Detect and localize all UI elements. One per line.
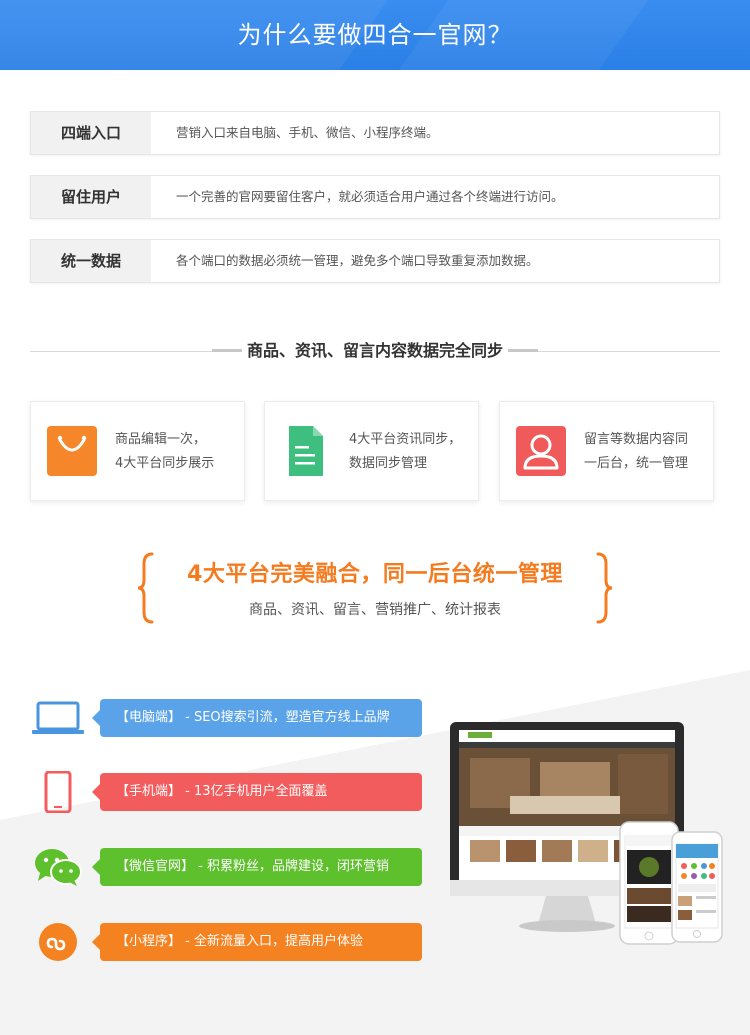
feature-text: 4大平台资讯同步， 数据同步管理	[349, 428, 474, 476]
platform-mobile: 【手机端】 - 13亿手机用户全面覆盖	[30, 771, 430, 813]
feature-card-news: 4大平台资讯同步， 数据同步管理	[264, 401, 479, 501]
platform-desc: - 积累粉丝，品牌建设，闭环营销	[194, 859, 389, 874]
pointer-arrow	[92, 859, 100, 875]
feature-line: 数据同步管理	[349, 456, 428, 471]
devices-illustration	[450, 722, 723, 945]
reason-value: 各个端口的数据必须统一管理，避免多个端口导致重复添加数据。	[176, 253, 539, 268]
platform-desc: - 13亿手机用户全面覆盖	[181, 784, 328, 799]
reason-key: 四端入口	[31, 112, 151, 154]
platform-label: 【小程序】 - 全新流量入口，提高用户体验	[92, 923, 422, 961]
shopping-bag-icon	[47, 426, 97, 476]
reason-value: 一个完善的官网要留住客户，就必须适合用户通过各个终端进行访问。	[176, 189, 564, 204]
feature-line: 一后台，统一管理	[584, 456, 689, 471]
right-brace-icon	[596, 552, 613, 624]
sync-section-heading: 商品、资讯、留言内容数据完全同步	[30, 336, 720, 366]
reason-value: 营销入口来自电脑、手机、微信、小程序终端。	[176, 125, 439, 140]
divider-dash	[508, 349, 538, 352]
wechat-icon	[35, 849, 82, 886]
phone-image	[671, 831, 723, 943]
slogan-block: 4大平台完美融合，同一后台统一管理 商品、资讯、留言、营销推广、统计报表	[130, 552, 620, 624]
reason-row-retain-users: 留住用户 一个完善的官网要留住客户，就必须适合用户通过各个终端进行访问。	[30, 175, 720, 219]
phone-image	[619, 821, 679, 945]
platform-label: 【手机端】 - 13亿手机用户全面覆盖	[92, 773, 422, 811]
reason-row-multi-entry: 四端入口 营销入口来自电脑、手机、微信、小程序终端。	[30, 111, 720, 155]
platform-name: 【微信官网】	[116, 859, 195, 874]
sync-feature-cards: 商品编辑一次， 4大平台同步展示 4大平台资讯同步， 数据同步管理 留言等数据内…	[30, 401, 720, 501]
platform-desc: - 全新流量入口，提高用户体验	[181, 934, 363, 949]
platform-label: 【微信官网】 - 积累粉丝，品牌建设，闭环营销	[92, 848, 422, 886]
platform-name: 【小程序】	[116, 934, 182, 949]
mini-program-icon	[39, 923, 77, 961]
document-icon	[289, 426, 323, 476]
divider-line	[538, 351, 720, 352]
page-title: 为什么要做四合一官网？	[237, 21, 513, 49]
pointer-arrow	[92, 710, 100, 726]
feature-line: 留言等数据内容同	[584, 432, 689, 447]
feature-text: 留言等数据内容同 一后台，统一管理	[584, 428, 709, 476]
reason-key: 留住用户	[31, 176, 151, 218]
platform-pc: 【电脑端】 - SEO搜索引流，塑造官方线上品牌	[30, 697, 430, 739]
reason-row-unified-data: 统一数据 各个端口的数据必须统一管理，避免多个端口导致重复添加数据。	[30, 239, 720, 283]
platform-name: 【手机端】	[116, 784, 182, 799]
slogan-subline: 商品、资讯、留言、营销推广、统计报表	[249, 602, 501, 618]
platform-mini-program: 【小程序】 - 全新流量入口，提高用户体验	[30, 921, 430, 963]
feature-card-products: 商品编辑一次， 4大平台同步展示	[30, 401, 245, 501]
platform-label: 【电脑端】 - SEO搜索引流，塑造官方线上品牌	[92, 699, 422, 737]
laptop-icon	[32, 701, 84, 734]
feature-line: 商品编辑一次，	[115, 432, 207, 447]
feature-line: 4大平台资讯同步，	[349, 432, 462, 447]
pointer-arrow	[92, 784, 100, 800]
mobile-phone-icon	[44, 771, 72, 813]
slogan-headline: 4大平台完美融合，同一后台统一管理	[187, 562, 563, 587]
feature-card-messages: 留言等数据内容同 一后台，统一管理	[499, 401, 714, 501]
pointer-arrow	[92, 934, 100, 950]
user-icon	[516, 426, 566, 476]
reason-list: 四端入口 营销入口来自电脑、手机、微信、小程序终端。 留住用户 一个完善的官网要…	[30, 111, 720, 303]
top-banner: 为什么要做四合一官网？	[0, 0, 750, 70]
platform-wechat: 【微信官网】 - 积累粉丝，品牌建设，闭环营销	[30, 846, 430, 888]
platform-desc: - SEO搜索引流，塑造官方线上品牌	[181, 710, 390, 725]
feature-text: 商品编辑一次， 4大平台同步展示	[115, 428, 240, 476]
platform-name: 【电脑端】	[116, 710, 182, 725]
reason-key: 统一数据	[31, 240, 151, 282]
feature-line: 4大平台同步展示	[115, 456, 215, 471]
